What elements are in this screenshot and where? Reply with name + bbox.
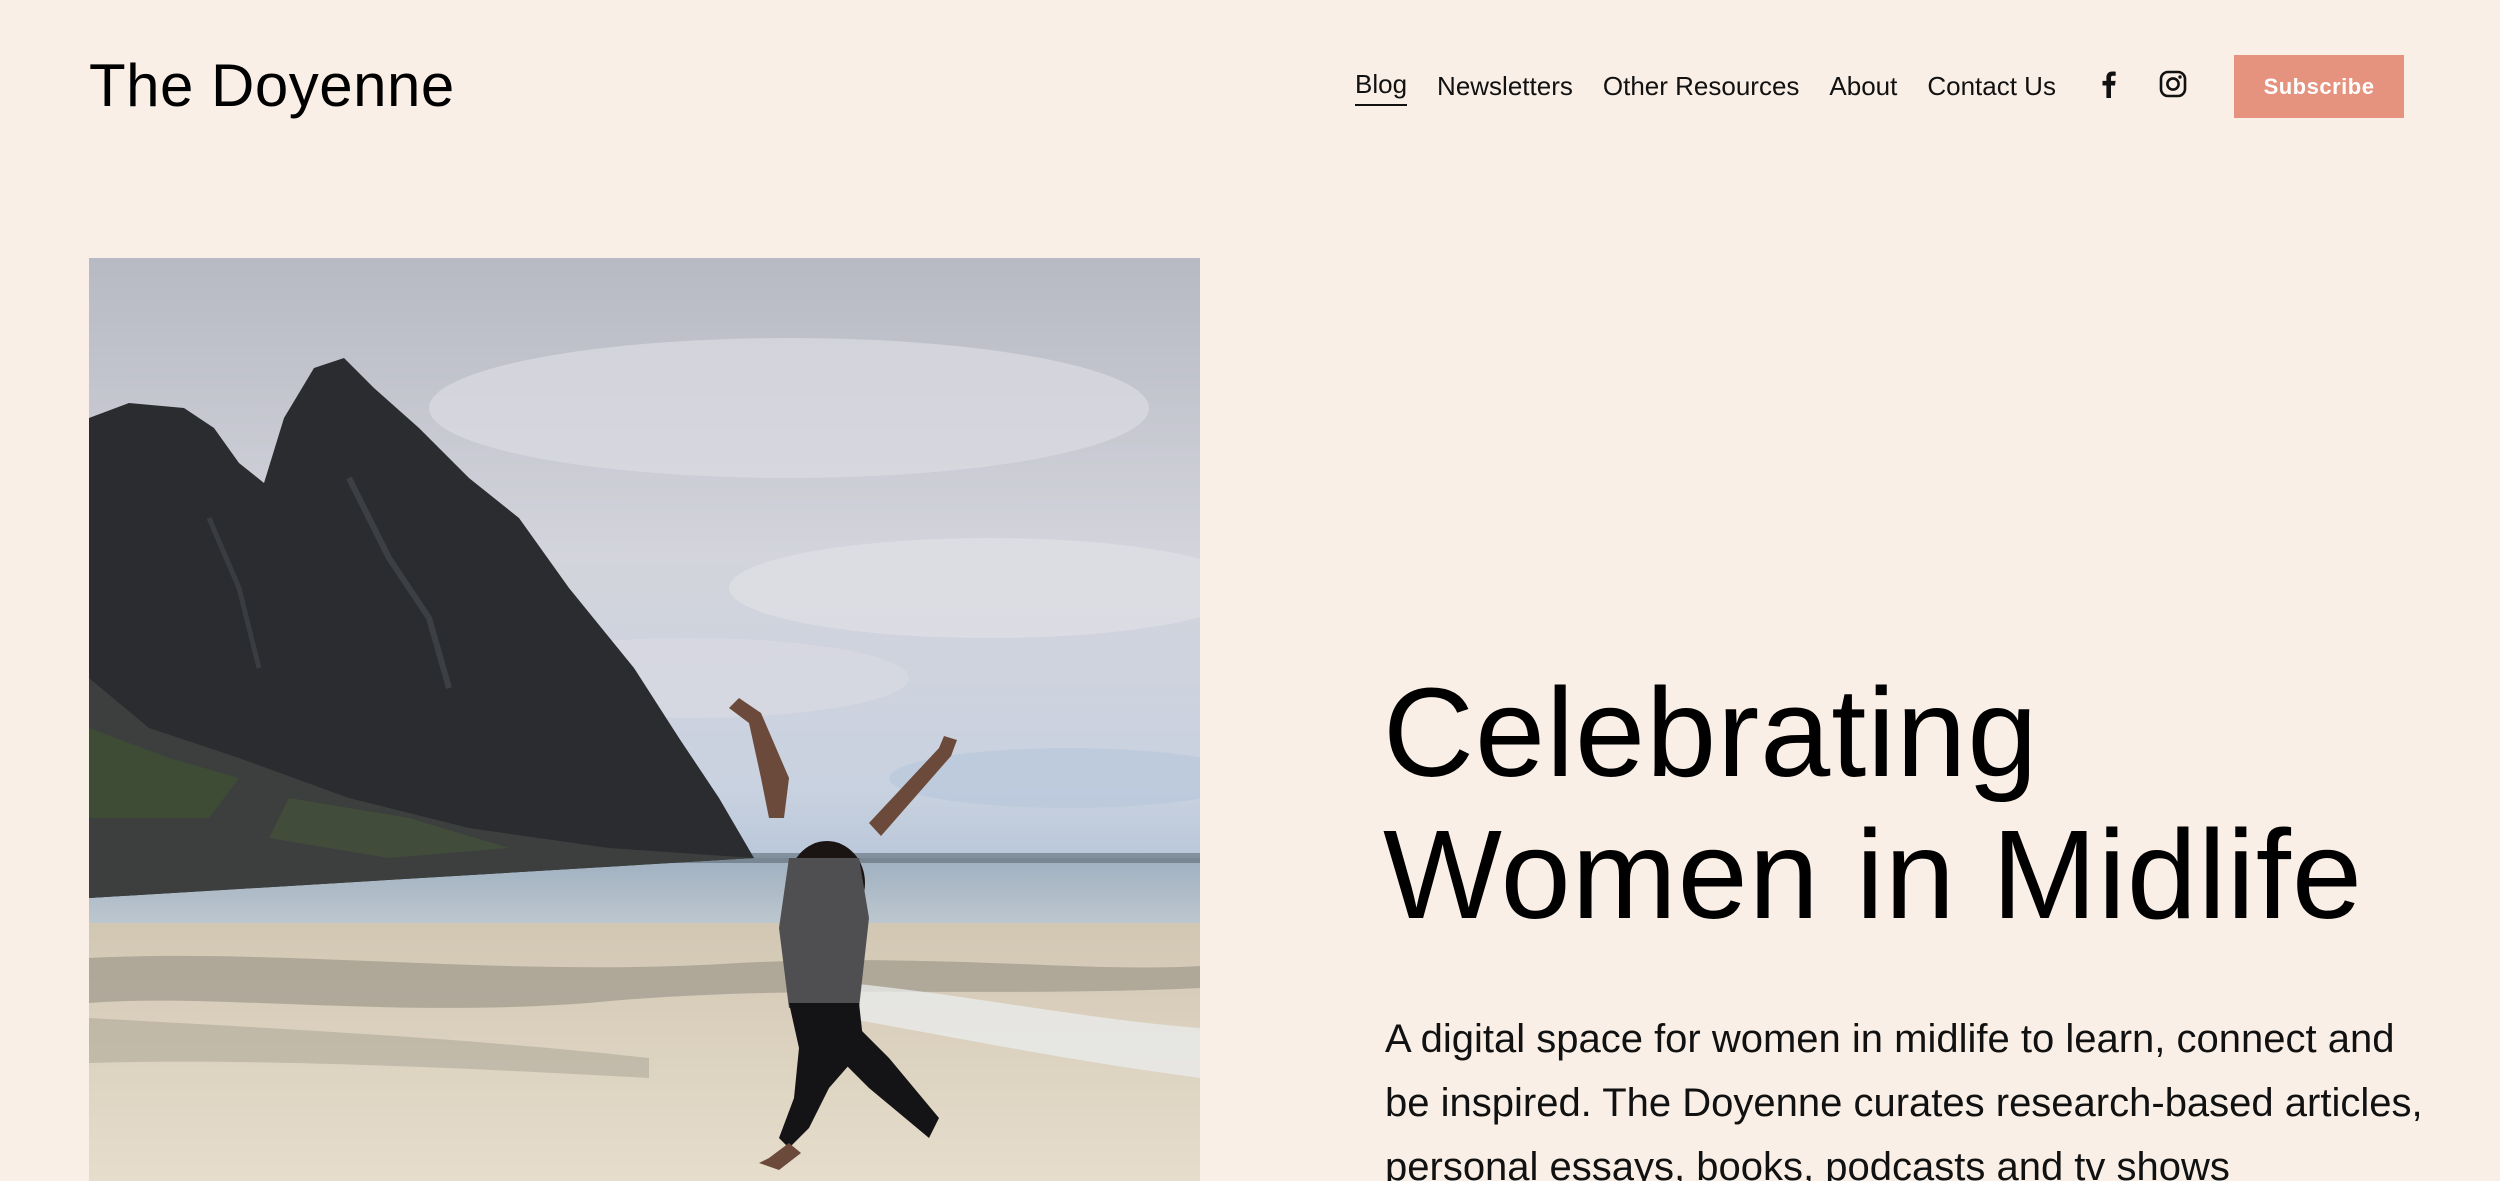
page: The Doyenne Blog Newsletters Other Resou…: [0, 0, 2500, 1181]
instagram-icon[interactable]: [2157, 68, 2189, 100]
nav-item-about[interactable]: About: [1829, 68, 1897, 104]
hero-image: [89, 258, 1200, 1181]
hero-headline: Celebrating Women in Midlife: [1383, 662, 2463, 946]
subscribe-button[interactable]: Subscribe: [2234, 55, 2404, 118]
nav-item-other-resources[interactable]: Other Resources: [1603, 68, 1800, 104]
nav-item-contact-us[interactable]: Contact Us: [1927, 68, 2056, 104]
main-nav: Blog Newsletters Other Resources About C…: [1355, 66, 2056, 106]
facebook-icon[interactable]: [2093, 68, 2125, 100]
hero-headline-line-2: Women in Midlife: [1383, 804, 2364, 945]
site-title[interactable]: The Doyenne: [89, 50, 455, 122]
hero-description: A digital space for women in midlife to …: [1385, 1017, 2423, 1181]
nav-item-newsletters[interactable]: Newsletters: [1437, 68, 1573, 104]
social-links: [2093, 68, 2189, 100]
nav-item-blog[interactable]: Blog: [1355, 66, 1408, 106]
hero-headline-line-1: Celebrating: [1383, 662, 2039, 803]
